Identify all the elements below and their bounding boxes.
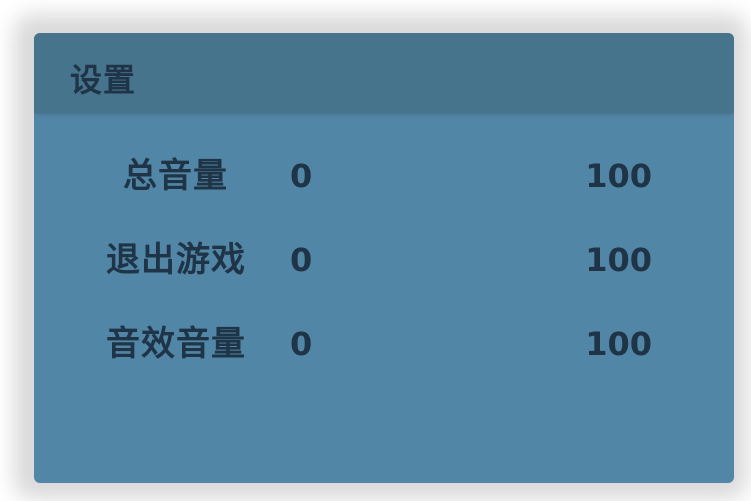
volume-slider[interactable] bbox=[332, 174, 594, 178]
settings-panel: 设置 总音量 0 100 退出游戏 0 100 音效音量 0 100 bbox=[34, 33, 734, 483]
slider-min-value: 0 bbox=[290, 241, 313, 279]
panel-header: 设置 bbox=[34, 33, 734, 113]
setting-label: 退出游戏 bbox=[106, 240, 246, 280]
sfx-volume-slider[interactable] bbox=[332, 342, 594, 346]
slider-max-value: 100 bbox=[585, 157, 652, 195]
slider-max-value: 100 bbox=[585, 325, 652, 363]
slider-min-value: 0 bbox=[290, 325, 313, 363]
setting-row-master-volume: 总音量 0 100 bbox=[34, 146, 734, 206]
setting-row-exit-game: 退出游戏 0 100 bbox=[34, 230, 734, 290]
panel-title: 设置 bbox=[70, 61, 137, 99]
slider-max-value: 100 bbox=[585, 241, 652, 279]
setting-row-sfx-volume: 音效音量 0 100 bbox=[34, 314, 734, 374]
setting-label: 音效音量 bbox=[106, 324, 246, 364]
slider-min-value: 0 bbox=[290, 157, 313, 195]
setting-label: 总音量 bbox=[123, 156, 228, 196]
exit-game-slider[interactable] bbox=[332, 258, 594, 262]
